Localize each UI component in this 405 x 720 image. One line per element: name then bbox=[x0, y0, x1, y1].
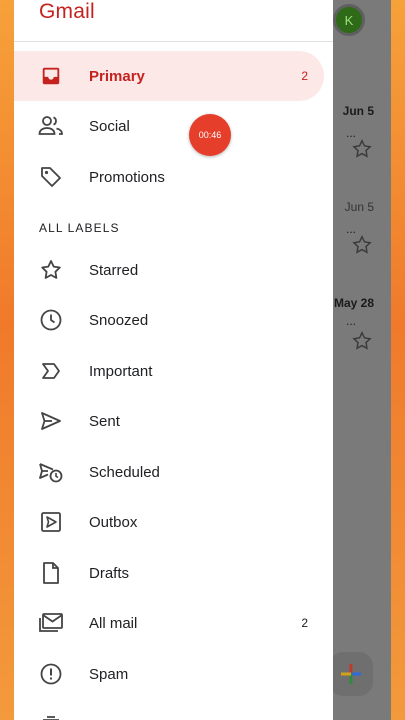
nav-item-scheduled[interactable]: Scheduled bbox=[14, 447, 324, 497]
email-snippet: ... bbox=[346, 314, 357, 328]
important-icon bbox=[38, 358, 64, 384]
nav-item-primary[interactable]: Primary 2 bbox=[14, 51, 324, 101]
star-icon[interactable] bbox=[351, 330, 373, 352]
account-avatar[interactable]: K bbox=[333, 4, 365, 36]
nav-item-label: Primary bbox=[89, 67, 145, 85]
star-icon bbox=[38, 257, 64, 283]
nav-item-label: Social bbox=[89, 117, 130, 135]
nav-item-snoozed[interactable]: Snoozed bbox=[14, 295, 324, 345]
recording-timer[interactable]: 00:46 bbox=[189, 114, 231, 156]
nav-item-social[interactable]: Social bbox=[14, 101, 324, 151]
nav-item-label: All mail bbox=[89, 614, 138, 632]
nav-item-promotions[interactable]: Promotions bbox=[14, 152, 324, 202]
nav-item-important[interactable]: Important bbox=[14, 346, 324, 396]
nav-item-label: Snoozed bbox=[89, 311, 149, 329]
nav-item-label: Important bbox=[89, 362, 153, 380]
inbox-icon bbox=[38, 63, 64, 89]
scheduled-send-icon bbox=[38, 459, 64, 485]
trash-icon bbox=[38, 712, 64, 720]
outbox-icon bbox=[38, 509, 64, 535]
people-icon bbox=[38, 113, 64, 139]
plus-icon bbox=[341, 664, 361, 684]
app-title: Gmail bbox=[39, 0, 95, 23]
nav-item-starred[interactable]: Starred bbox=[14, 245, 324, 295]
nav-item-all-mail[interactable]: All mail 2 bbox=[14, 598, 324, 648]
nav-item-label: Sent bbox=[89, 412, 120, 430]
nav-item-label: Drafts bbox=[89, 564, 130, 582]
nav-item-spam[interactable]: Spam bbox=[14, 649, 324, 699]
navigation-drawer: Gmail Primary 2 Social Promotions ALL LA… bbox=[14, 0, 333, 720]
compose-button[interactable] bbox=[329, 652, 373, 696]
all-mail-icon bbox=[38, 610, 64, 636]
send-icon bbox=[38, 408, 64, 434]
email-date: May 28 bbox=[333, 296, 374, 310]
email-date: Jun 5 bbox=[344, 200, 374, 214]
unread-count: 2 bbox=[301, 69, 308, 83]
mail-count: 2 bbox=[301, 616, 308, 630]
star-icon[interactable] bbox=[351, 234, 373, 256]
nav-item-label: Starred bbox=[89, 261, 139, 279]
divider bbox=[14, 41, 333, 42]
section-header: ALL LABELS bbox=[39, 221, 120, 235]
clock-icon bbox=[38, 307, 64, 333]
nav-item-sent[interactable]: Sent bbox=[14, 396, 324, 446]
nav-item-outbox[interactable]: Outbox bbox=[14, 497, 324, 547]
nav-item-label: Scheduled bbox=[89, 463, 160, 481]
nav-item-trash[interactable] bbox=[14, 700, 324, 720]
nav-item-label: Spam bbox=[89, 665, 129, 683]
nav-item-label: Promotions bbox=[89, 168, 165, 186]
nav-item-drafts[interactable]: Drafts bbox=[14, 548, 324, 598]
email-date: Jun 5 bbox=[342, 104, 374, 118]
nav-item-label: Outbox bbox=[89, 513, 138, 531]
tag-icon bbox=[38, 164, 64, 190]
draft-icon bbox=[38, 560, 64, 586]
spam-icon bbox=[38, 661, 64, 687]
star-icon[interactable] bbox=[351, 138, 373, 160]
